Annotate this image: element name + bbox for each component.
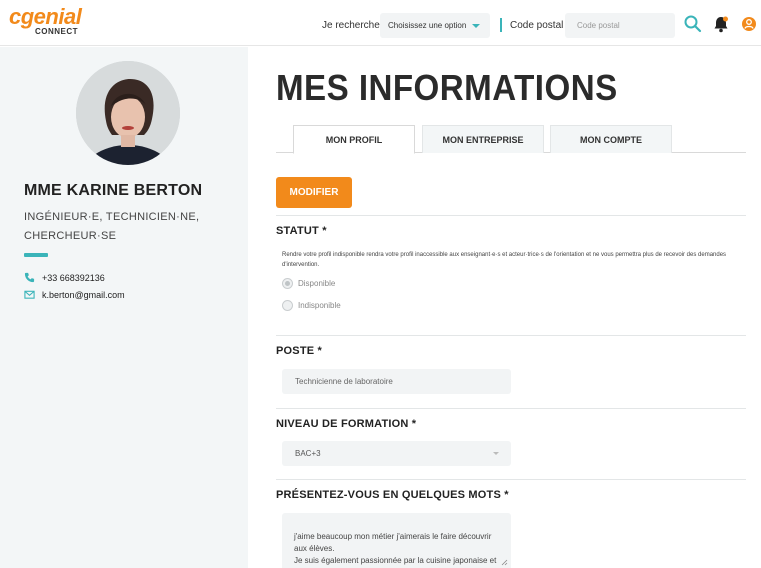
bell-icon[interactable] — [711, 14, 731, 34]
phone-number: +33 668392136 — [42, 272, 105, 283]
logo-subtitle: CONNECT — [35, 27, 79, 36]
niveau-title: NIVEAU DE FORMATION * — [276, 418, 417, 430]
radio-circle — [282, 278, 293, 289]
search-icon[interactable] — [683, 14, 703, 34]
radio-label: Indisponible — [298, 301, 341, 310]
chevron-down-icon — [493, 452, 499, 455]
niveau-select[interactable]: BAC+3 — [282, 441, 511, 466]
resize-handle-icon[interactable] — [500, 558, 508, 566]
profile-name: MME KARINE BERTON — [24, 182, 203, 199]
phone-row: +33 668392136 — [24, 272, 105, 283]
email-address: k.berton@gmail.com — [42, 289, 125, 300]
email-row: k.berton@gmail.com — [24, 289, 125, 300]
section-divider — [276, 408, 746, 409]
tab-mon-compte[interactable]: MON COMPTE — [550, 125, 672, 153]
avatar — [76, 61, 180, 165]
poste-input[interactable]: Technicienne de laboratoire — [282, 369, 511, 394]
page-title: MES INFORMATIONS — [276, 67, 618, 108]
profile-role: INGÉNIEUR·E, TECHNICIEN·NE, CHERCHEUR·SE — [24, 211, 200, 242]
statut-description: Rendre votre profil indisponible rendra … — [282, 252, 727, 268]
logo[interactable]: cgenial CONNECT — [9, 4, 82, 37]
search-type-value: Choisissez une option — [388, 21, 467, 30]
postal-code-input[interactable] — [565, 13, 675, 38]
chevron-down-icon — [472, 24, 480, 28]
header-divider — [500, 18, 502, 32]
section-divider — [276, 479, 746, 480]
presentation-textarea[interactable]: j'aime beaucoup mon métier j'aimerais le… — [282, 513, 511, 568]
poste-value: Technicienne de laboratoire — [295, 377, 393, 386]
tab-mon-entreprise[interactable]: MON ENTREPRISE — [422, 125, 544, 153]
search-label: Je recherche — [322, 20, 380, 31]
niveau-value: BAC+3 — [295, 449, 321, 458]
profile-tabs: MON PROFIL MON ENTREPRISE MON COMPTE — [276, 125, 746, 154]
presentation-value: j'aime beaucoup mon métier j'aimerais le… — [294, 532, 497, 565]
radio-circle — [282, 300, 293, 311]
user-icon[interactable] — [739, 14, 759, 34]
logo-text: cgenial — [9, 4, 82, 29]
section-divider — [276, 335, 746, 336]
statut-title: STATUT * — [276, 225, 327, 237]
radio-indisponible[interactable]: Indisponible — [282, 300, 341, 311]
top-header: cgenial CONNECT Je recherche Choisissez … — [0, 0, 761, 46]
presentation-title: PRÉSENTEZ-VOUS EN QUELQUES MOTS * — [276, 489, 509, 501]
postal-label: Code postal — [510, 20, 564, 31]
profile-sidebar: MME KARINE BERTON INGÉNIEUR·E, TECHNICIE… — [0, 47, 248, 568]
accent-divider — [24, 253, 48, 257]
search-type-select[interactable]: Choisissez une option — [380, 13, 490, 38]
poste-title: POSTE * — [276, 345, 323, 357]
radio-disponible[interactable]: Disponible — [282, 278, 335, 289]
section-divider — [276, 215, 746, 216]
tab-mon-profil[interactable]: MON PROFIL — [293, 125, 415, 154]
phone-icon — [24, 272, 35, 283]
radio-label: Disponible — [298, 279, 336, 288]
modify-button[interactable]: MODIFIER — [276, 177, 352, 208]
mail-icon — [24, 290, 35, 299]
